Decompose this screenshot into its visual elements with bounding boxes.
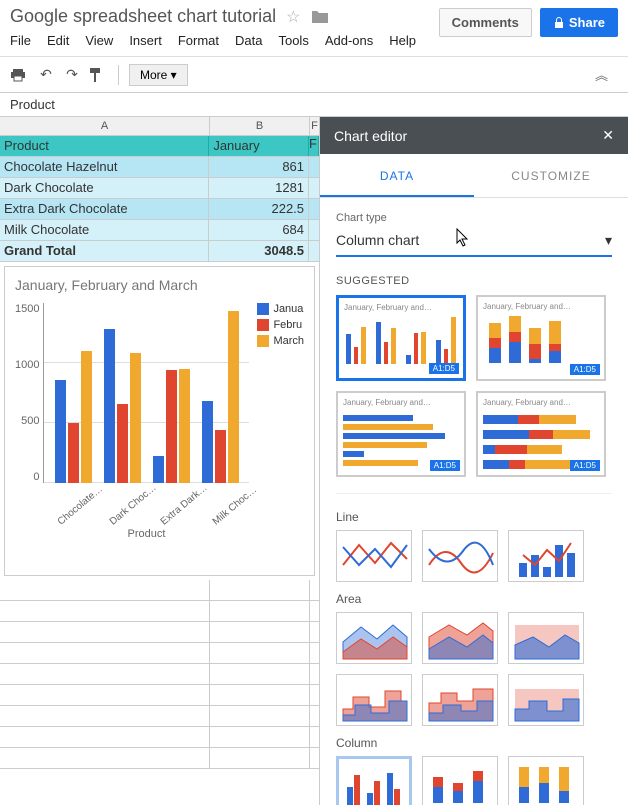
chart-type-area-1[interactable] [336,612,412,664]
chart-type-column-3[interactable] [508,756,584,805]
col-header-f[interactable]: F [310,117,320,135]
chart-type-line-1[interactable] [336,530,412,582]
tab-data[interactable]: DATA [320,154,474,197]
chart-legend: Janua Febru March [249,303,304,523]
menu-data[interactable]: Data [235,33,262,48]
x-axis-title: Product [43,528,249,540]
cell[interactable]: Chocolate Hazelnut [0,157,209,177]
chart-type-area-4[interactable] [336,674,412,726]
chart-type-area-6[interactable] [508,674,584,726]
chart-type-select[interactable]: Column chart ▾ [336,226,612,257]
editor-title: Chart editor [334,128,407,144]
suggested-label: SUGGESTED [336,275,612,287]
suggested-thumb-stacked-bar[interactable]: January, February and… A1:D5 [476,391,606,477]
comments-button[interactable]: Comments [439,8,532,37]
print-icon[interactable] [10,68,30,82]
column-headers: A B F [0,117,319,136]
menu-view[interactable]: View [85,33,113,48]
toolbar-more[interactable]: More ▾ [129,64,188,86]
col-header-b[interactable]: B [210,117,310,135]
document-title[interactable]: Google spreadsheet chart tutorial [10,6,276,27]
table-row[interactable]: Dark Chocolate 1281 [0,178,319,199]
cell[interactable]: Milk Chocolate [0,220,209,240]
chart-type-column-2[interactable] [422,756,498,805]
chart-type-line-3[interactable] [508,530,584,582]
star-icon[interactable]: ☆ [286,7,300,27]
menu-edit[interactable]: Edit [47,33,69,48]
formula-bar[interactable]: Product [0,93,628,117]
category-area-label: Area [336,592,612,606]
cell[interactable]: 222.5 [209,199,309,219]
dropdown-icon: ▾ [605,232,612,249]
tab-customize[interactable]: CUSTOMIZE [474,154,628,197]
chart-type-label: Chart type [336,212,612,224]
embedded-chart[interactable]: January, February and March 1500 1000 50… [4,266,315,576]
collapse-toolbar-icon[interactable]: ︽ [595,65,608,84]
menu-addons[interactable]: Add-ons [325,33,373,48]
cell[interactable]: 861 [209,157,309,177]
cell[interactable]: January [209,136,309,156]
redo-icon[interactable]: ↷ [62,66,82,83]
chart-title: January, February and March [15,277,304,293]
cell[interactable]: Grand Total [0,241,209,261]
share-label: Share [569,15,605,30]
cell[interactable]: 684 [209,220,309,240]
menu-tools[interactable]: Tools [278,33,308,48]
cell[interactable]: F [309,136,319,156]
category-line-label: Line [336,510,612,524]
table-row[interactable]: Milk Chocolate 684 [0,220,319,241]
folder-icon[interactable] [311,10,329,24]
table-header-row[interactable]: Product January F [0,136,319,157]
cell[interactable]: Dark Chocolate [0,178,209,198]
y-axis: 1500 1000 500 0 [15,303,43,483]
menu-file[interactable]: File [10,33,31,48]
cursor-icon [454,228,474,250]
table-row[interactable]: Extra Dark Chocolate 222.5 [0,199,319,220]
menu-insert[interactable]: Insert [129,33,162,48]
col-header-a[interactable]: A [0,117,210,135]
menu-help[interactable]: Help [389,33,416,48]
table-total-row[interactable]: Grand Total 3048.5 [0,241,319,262]
x-axis-labels: Chocolate… Dark Choc… Extra Dark… Milk C… [43,487,249,498]
table-row[interactable]: Chocolate Hazelnut 861 [0,157,319,178]
cell[interactable]: Product [0,136,209,156]
paint-format-icon[interactable] [88,67,108,83]
suggested-thumb-grouped-bar[interactable]: January, February and… A1:D5 [336,391,466,477]
chart-type-area-3[interactable] [508,612,584,664]
suggested-thumb-stacked-column[interactable]: January, February and… A1:D5 [476,295,606,381]
suggested-thumb-grouped-column[interactable]: January, February and… A1:D5 [336,295,466,381]
menu-format[interactable]: Format [178,33,219,48]
share-button[interactable]: Share [540,8,618,37]
cell[interactable]: Extra Dark Chocolate [0,199,209,219]
cell[interactable]: 1281 [209,178,309,198]
chart-type-area-2[interactable] [422,612,498,664]
category-column-label: Column [336,736,612,750]
undo-icon[interactable]: ↶ [36,66,56,83]
chart-type-area-5[interactable] [422,674,498,726]
chart-type-line-2[interactable] [422,530,498,582]
close-icon[interactable]: ✕ [602,127,614,144]
cell[interactable]: 3048.5 [209,241,309,261]
chart-type-column-1[interactable] [336,756,412,805]
